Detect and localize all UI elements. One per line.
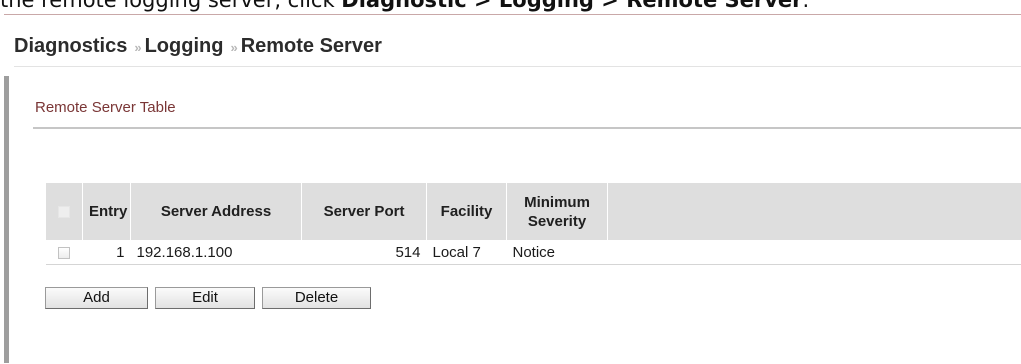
- instruction-suffix: .: [803, 0, 810, 12]
- row-select-cell: [46, 240, 83, 265]
- instruction-path-logging: Logging: [499, 0, 594, 12]
- cell-minimum-severity: Notice: [507, 240, 608, 265]
- add-button[interactable]: Add: [45, 287, 148, 309]
- instruction-separator: >: [594, 0, 626, 12]
- cell-filler: [608, 240, 1021, 265]
- breadcrumb-item-logging[interactable]: Logging: [145, 35, 224, 58]
- breadcrumb: Diagnostics » Logging » Remote Server: [14, 28, 382, 64]
- cell-facility: Local 7: [427, 240, 507, 265]
- document-instruction: the remote logging server, click Diagnos…: [0, 0, 1021, 12]
- table-row[interactable]: 1 192.168.1.100 514 Local 7 Notice: [46, 240, 1021, 265]
- header-entry[interactable]: Entry: [83, 183, 131, 240]
- select-all-header: [46, 183, 83, 240]
- header-minimum-severity[interactable]: Minimum Severity: [507, 183, 608, 240]
- header-server-address[interactable]: Server Address: [131, 183, 302, 240]
- breadcrumb-item-diagnostics[interactable]: Diagnostics: [14, 35, 127, 58]
- cell-server-address: 192.168.1.100: [131, 240, 302, 265]
- table-header-row: Entry Server Address Server Port Facilit…: [46, 183, 1021, 240]
- edit-button[interactable]: Edit: [155, 287, 255, 309]
- instruction-prefix: the remote logging server, click: [0, 0, 341, 12]
- cell-server-port: 514: [302, 240, 427, 265]
- section-title: Remote Server Table: [35, 99, 176, 116]
- instruction-path-remote-server: Remote Server: [626, 0, 802, 12]
- header-server-port[interactable]: Server Port: [302, 183, 427, 240]
- breadcrumb-item-remote-server: Remote Server: [241, 35, 382, 58]
- header-minimum-severity-line2: Severity: [528, 213, 586, 230]
- frame-left-border: [4, 76, 9, 363]
- header-minimum-severity-line1: Minimum: [524, 194, 590, 211]
- remote-server-table-wrapper: Entry Server Address Server Port Facilit…: [45, 183, 1021, 265]
- breadcrumb-separator-icon: »: [134, 40, 138, 55]
- breadcrumb-divider: [14, 66, 1021, 67]
- delete-button[interactable]: Delete: [262, 287, 371, 309]
- section-divider: [33, 127, 1021, 129]
- instruction-separator: >: [467, 0, 499, 12]
- instruction-path-diagnostic: Diagnostic: [341, 0, 466, 12]
- cell-entry: 1: [83, 240, 131, 265]
- header-filler: [608, 183, 1021, 240]
- row-select-checkbox[interactable]: [58, 247, 70, 259]
- table-action-buttons: Add Edit Delete: [45, 287, 371, 309]
- header-facility[interactable]: Facility: [427, 183, 507, 240]
- select-all-checkbox[interactable]: [58, 206, 70, 218]
- breadcrumb-separator-icon: »: [230, 40, 234, 55]
- remote-server-table: Entry Server Address Server Port Facilit…: [45, 183, 1021, 265]
